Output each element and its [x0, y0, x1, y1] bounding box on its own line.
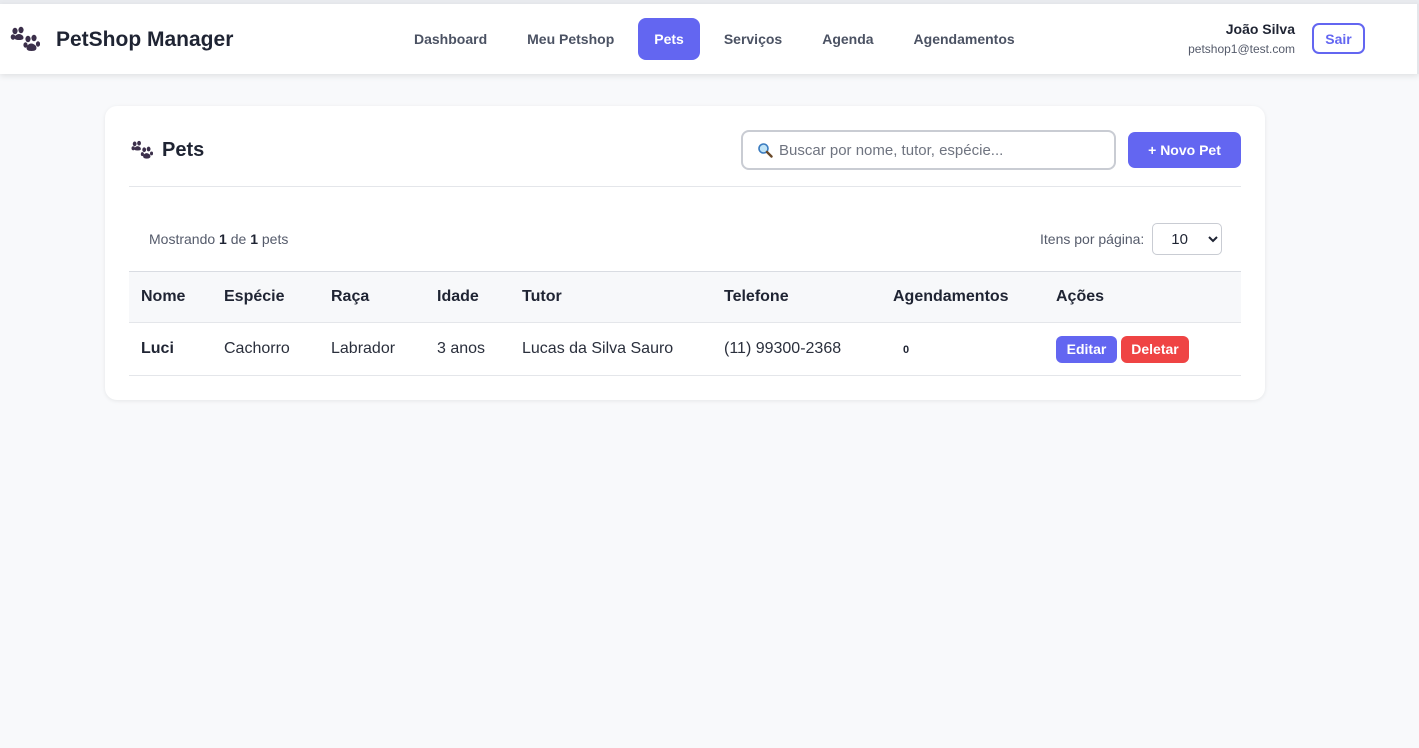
user-name: João Silva — [1225, 21, 1295, 37]
logout-button[interactable]: Sair — [1312, 23, 1365, 54]
cell-telefone: (11) 99300-2368 — [712, 322, 881, 376]
search-input[interactable] — [779, 135, 1109, 165]
results-shown: 1 — [219, 231, 227, 247]
table-header-row: Nome Espécie Raça Idade Tutor Telefone A… — [129, 271, 1241, 323]
cell-acoes: Editar Deletar — [1044, 322, 1241, 376]
results-prefix: Mostrando — [149, 231, 216, 247]
col-raca[interactable]: Raça — [319, 272, 425, 323]
cell-especie: Cachorro — [212, 322, 319, 376]
table-row: Luci Cachorro Labrador 3 anos Lucas da S… — [129, 322, 1241, 376]
search-box[interactable] — [741, 130, 1116, 170]
nav-agendamentos[interactable]: Agendamentos — [898, 18, 1031, 60]
col-agendamentos[interactable]: Agendamentos — [881, 272, 1044, 323]
results-count: Mostrando 1 de 1 pets — [149, 231, 288, 247]
user-email: petshop1@test.com — [1188, 42, 1295, 56]
edit-button[interactable]: Editar — [1056, 335, 1117, 363]
appointments-count: 0 — [903, 344, 910, 356]
per-page-select[interactable]: 10 — [1152, 223, 1223, 255]
col-nome[interactable]: Nome — [129, 272, 212, 323]
cell-raca: Labrador — [319, 322, 425, 376]
page-title-text: Pets — [162, 139, 205, 161]
nav-dashboard[interactable]: Dashboard — [398, 18, 503, 60]
navbar: PetShop Manager Dashboard Meu Petshop Pe… — [0, 4, 1419, 74]
paw-icon — [131, 140, 153, 159]
delete-button[interactable]: Deletar — [1121, 335, 1189, 363]
nav-meu-petshop[interactable]: Meu Petshop — [511, 18, 630, 60]
header-divider — [129, 186, 1241, 187]
col-idade[interactable]: Idade — [425, 272, 510, 323]
cell-agendamentos: 0 — [881, 322, 1044, 376]
col-telefone[interactable]: Telefone — [712, 272, 881, 323]
brand[interactable]: PetShop Manager — [10, 26, 233, 54]
cell-idade: 3 anos — [425, 322, 510, 376]
search-icon — [758, 143, 773, 158]
paw-icon — [10, 26, 40, 51]
col-acoes: Ações — [1056, 288, 1105, 305]
user-info: João Silva petshop1@test.com — [1188, 21, 1295, 57]
nav-pets[interactable]: Pets — [638, 18, 700, 60]
col-especie[interactable]: Espécie — [212, 272, 319, 323]
cell-tutor: Lucas da Silva Sauro — [510, 322, 712, 376]
main-nav: Dashboard Meu Petshop Pets Serviços Agen… — [398, 18, 1039, 60]
cell-nome: Luci — [129, 322, 212, 376]
pets-card: Pets + Novo Pet Mostrando 1 de 1 pets It… — [105, 106, 1265, 400]
results-total: 1 — [250, 231, 258, 247]
pets-table: Nome Espécie Raça Idade Tutor Telefone A… — [129, 271, 1241, 376]
per-page-control: Itens por página: 10 — [1040, 223, 1223, 255]
new-pet-button[interactable]: + Novo Pet — [1128, 132, 1241, 168]
col-tutor[interactable]: Tutor — [510, 272, 712, 323]
page-title: Pets — [131, 139, 204, 162]
brand-name: PetShop Manager — [56, 28, 234, 51]
results-of: de — [230, 231, 247, 247]
nav-servicos[interactable]: Serviços — [708, 18, 798, 60]
nav-agenda[interactable]: Agenda — [806, 18, 889, 60]
results-suffix: pets — [261, 231, 289, 247]
per-page-label: Itens por página: — [1040, 231, 1145, 247]
